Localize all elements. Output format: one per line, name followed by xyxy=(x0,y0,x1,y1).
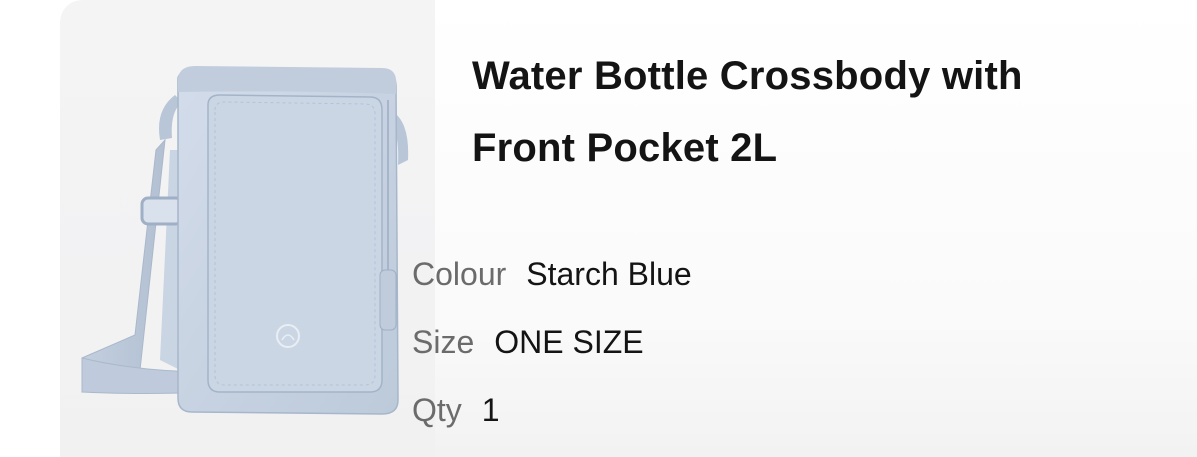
product-title-line-2: Front Pocket 2L xyxy=(472,126,778,170)
attribute-qty: Qty 1 xyxy=(412,376,692,444)
product-title[interactable]: Water Bottle Crossbody with Front Pocket… xyxy=(472,40,1172,184)
product-attributes: Colour Starch Blue Size ONE SIZE Qty 1 xyxy=(412,240,692,444)
size-label: Size xyxy=(412,323,475,360)
product-title-line-1: Water Bottle Crossbody with xyxy=(472,54,1023,98)
qty-label: Qty xyxy=(412,391,462,428)
qty-value: 1 xyxy=(481,391,500,428)
attribute-colour: Colour Starch Blue xyxy=(412,240,692,308)
colour-label: Colour xyxy=(412,255,507,292)
attribute-size: Size ONE SIZE xyxy=(412,308,692,376)
product-details: Water Bottle Crossbody with Front Pocket… xyxy=(472,40,1172,184)
product-image[interactable] xyxy=(60,0,435,457)
product-image-graphic xyxy=(81,66,409,415)
size-value: ONE SIZE xyxy=(494,323,644,360)
colour-value: Starch Blue xyxy=(526,255,692,292)
